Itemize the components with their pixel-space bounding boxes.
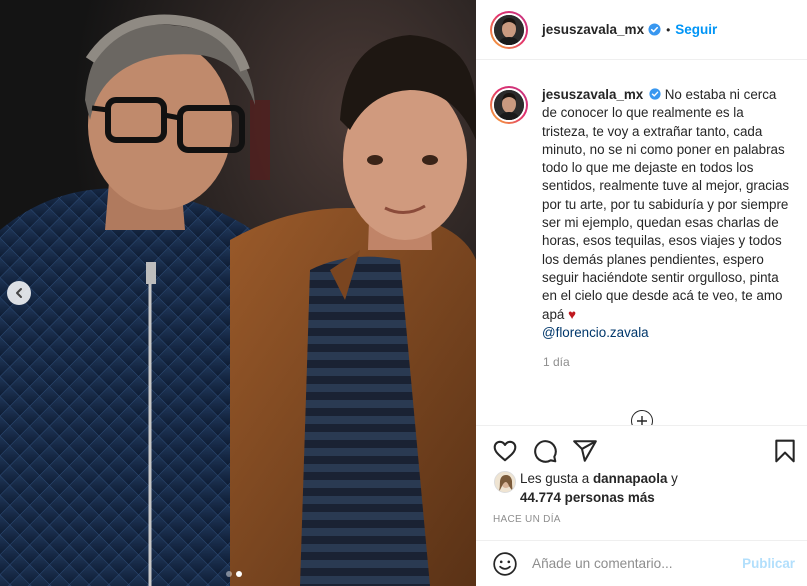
post-side-panel: jesuszavala_mx • Seguir jesuszavala_mx N… [476, 0, 807, 586]
author-username[interactable]: jesuszavala_mx [542, 22, 644, 37]
mention-link[interactable]: @florencio.zavala [542, 325, 649, 340]
smiley-icon[interactable] [492, 551, 518, 577]
load-more-comments-button[interactable] [631, 410, 653, 425]
carousel-dot-active [236, 571, 242, 577]
header-separator: • [666, 22, 671, 37]
follow-button[interactable]: Seguir [675, 22, 717, 37]
post-header: jesuszavala_mx • Seguir [476, 0, 807, 60]
plus-circle-icon [637, 416, 647, 425]
caption-author-avatar[interactable] [490, 86, 528, 124]
bookmark-icon[interactable] [772, 438, 798, 464]
post-photo [0, 0, 476, 586]
comment-form: Publicar [476, 540, 807, 586]
carousel-prev-button[interactable] [7, 281, 31, 305]
caption-time[interactable]: 1 día [543, 355, 791, 369]
verified-badge-icon [649, 88, 661, 100]
heart-icon[interactable] [492, 438, 518, 464]
likes-text: Les gusta a dannapaola y 44.774 personas… [520, 470, 678, 507]
caption-username[interactable]: jesuszavala_mx [542, 87, 643, 102]
likes-conjunction: y [671, 471, 678, 486]
caption-row: jesuszavala_mx No estaba ni cerca de con… [490, 86, 791, 342]
post-timestamp[interactable]: HACE UN DÍA [493, 514, 561, 525]
comment-input[interactable] [532, 556, 732, 571]
carousel-indicator [226, 571, 242, 577]
verified-badge-icon [648, 23, 661, 36]
comments-section: jesuszavala_mx No estaba ni cerca de con… [476, 61, 807, 425]
publish-button[interactable]: Publicar [742, 556, 795, 571]
post-media[interactable] [0, 0, 476, 586]
likes-count-link[interactable]: 44.774 personas más [520, 490, 655, 505]
heart-emoji: ♥ [568, 306, 577, 322]
chevron-left-icon [16, 288, 22, 298]
comment-icon[interactable] [532, 438, 558, 464]
author-avatar[interactable] [490, 10, 528, 49]
post-actions [476, 425, 807, 473]
likes-user-link[interactable]: dannapaola [593, 471, 667, 486]
paper-plane-icon[interactable] [572, 438, 598, 464]
caption-text: No estaba ni cerca de conocer lo que rea… [542, 87, 790, 322]
likes-prefix: Les gusta a [520, 471, 590, 486]
likes-summary: Les gusta a dannapaola y 44.774 personas… [494, 470, 678, 507]
carousel-dot [226, 571, 232, 577]
post-caption: jesuszavala_mx No estaba ni cerca de con… [542, 86, 791, 342]
liker-avatar[interactable] [494, 471, 516, 493]
